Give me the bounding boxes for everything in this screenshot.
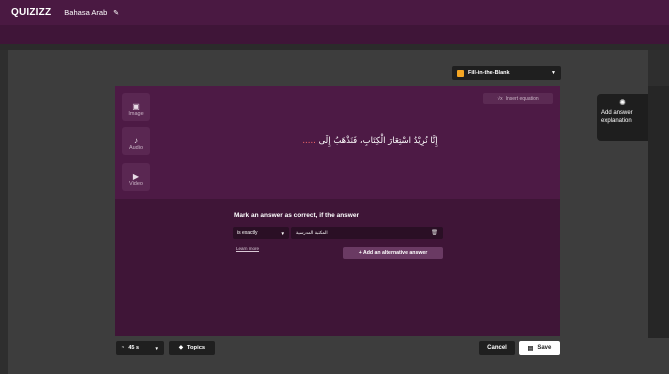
question-type-label: Fill-in-the-Blank (468, 70, 510, 76)
blank-icon (457, 69, 464, 77)
question-type-dropdown[interactable]: Fill-in-the-Blank ▼ (452, 66, 561, 80)
match-mode-dropdown[interactable]: is exactly ▼ (233, 227, 289, 239)
blank-placeholder: ..... (302, 136, 316, 146)
microphone-icon: ♪ (134, 136, 138, 145)
quizizz-logo[interactable]: QUIZIZZ (11, 7, 51, 18)
video-icon: ▶ (132, 172, 140, 181)
clock-icon: ◔ (121, 345, 125, 351)
learn-more-link[interactable]: Learn more (236, 246, 259, 251)
question-body: إِنَّا نُرِيْدُ اسْتِعَارَ الْكِتَابِ، ف… (318, 136, 438, 146)
save-label: Save (537, 345, 552, 351)
answer-value: المكتبة المدرسية (296, 230, 328, 236)
chevron-down-icon: ▼ (551, 70, 556, 76)
equation-icon: √x (497, 95, 503, 102)
right-panel-footer (648, 338, 669, 374)
answer-heading: Mark an answer as correct, if the answer (234, 212, 359, 219)
top-bar: QUIZIZZ Bahasa Arab ✎ (0, 0, 669, 25)
topics-label: Topics (186, 345, 206, 351)
video-label: Video (129, 181, 143, 187)
video-button[interactable]: ▶ Video (122, 163, 150, 191)
save-icon: ▤ (527, 345, 534, 352)
answer-panel (115, 199, 560, 336)
chevron-down-icon: ▼ (280, 230, 285, 236)
topics-button[interactable]: ⬥ Topics (169, 341, 215, 355)
audio-button[interactable]: ♪ Audio (122, 127, 150, 155)
right-panel (648, 86, 669, 338)
answer-input[interactable]: المكتبة المدرسية 🗑 (291, 227, 443, 239)
add-answer-explanation-button[interactable]: ✺ Add answer explanation (597, 94, 648, 141)
tag-icon: ⬥ (178, 344, 183, 351)
insert-equation-button[interactable]: √x Insert equation (483, 93, 553, 104)
sub-bar (0, 25, 669, 44)
explanation-label: Add answer explanation (601, 110, 633, 125)
image-label: Image (128, 111, 144, 117)
pencil-icon[interactable]: ✎ (113, 9, 119, 17)
insert-equation-label: Insert equation (505, 95, 539, 102)
quiz-title[interactable]: Bahasa Arab (64, 8, 107, 17)
lightbulb-icon: ✺ (619, 98, 626, 107)
cancel-button[interactable]: Cancel (479, 341, 515, 355)
image-button[interactable]: ▣ Image (122, 93, 150, 121)
save-button[interactable]: ▤ Save (519, 341, 560, 355)
timer-value: 45 s (128, 345, 140, 351)
chevron-down-icon: ▼ (154, 345, 159, 351)
trash-icon[interactable]: 🗑 (431, 230, 438, 236)
image-icon: ▣ (132, 102, 140, 111)
timer-dropdown[interactable]: ◔ 45 s ▼ (116, 341, 164, 355)
question-text[interactable]: إِنَّا نُرِيْدُ اسْتِعَارَ الْكِتَابِ، ف… (260, 136, 480, 146)
match-mode-value: is exactly (237, 230, 258, 236)
audio-label: Audio (128, 145, 144, 151)
add-alternative-answer-button[interactable]: + Add an alternative answer (343, 247, 443, 259)
